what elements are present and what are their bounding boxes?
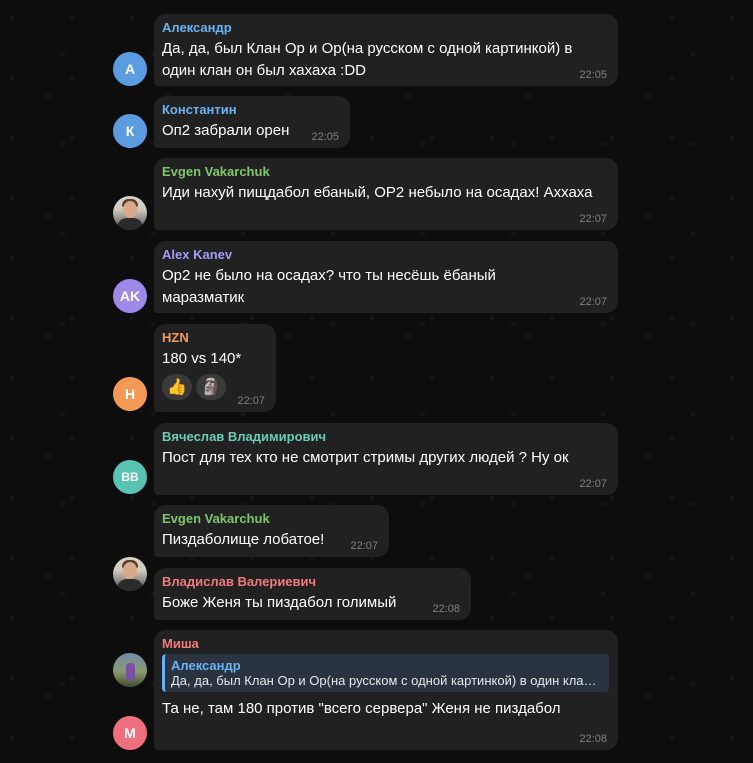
avatar[interactable] xyxy=(113,557,147,591)
avatar[interactable]: H xyxy=(113,377,147,411)
message-sender[interactable]: Владислав Валериевич xyxy=(162,574,462,589)
message-bubble[interactable]: Alex Kanev Op2 не было на осадах? что ты… xyxy=(154,241,618,313)
avatar[interactable]: А xyxy=(113,52,147,86)
avatar[interactable]: AK xyxy=(113,279,147,313)
message-text: Да, да, был Клан Ор и Ор(на русском с од… xyxy=(162,40,577,79)
message-bubble[interactable]: Evgen Vakarchuk Пиздаболище лобатое! 22:… xyxy=(154,505,389,557)
message-bubble[interactable]: Миша Александр Да, да, был Клан Ор и Ор(… xyxy=(154,630,618,750)
message-bubble[interactable]: Владислав Валериевич Боже Женя ты пиздаб… xyxy=(154,568,471,620)
message-time: 22:05 xyxy=(579,69,607,81)
message-sender[interactable]: Константин xyxy=(162,102,341,117)
message-time: 22:07 xyxy=(579,478,607,490)
avatar[interactable]: ВВ xyxy=(113,460,147,494)
message-text: Пиздаболище лобатое! xyxy=(162,531,325,548)
message-bubble[interactable]: Константин Оп2 забрали орен 22:05 xyxy=(154,96,350,148)
message-sender[interactable]: Миша xyxy=(162,636,609,651)
avatar-initials: М xyxy=(124,725,136,741)
message-text: Та не, там 180 против "всего сервера" Же… xyxy=(162,700,561,717)
message-bubble[interactable]: Александр Да, да, был Клан Ор и Ор(на ру… xyxy=(154,14,618,86)
avatar-initials: К xyxy=(125,123,135,139)
reply-preview[interactable]: Александр Да, да, был Клан Ор и Ор(на ру… xyxy=(162,654,609,692)
avatar[interactable] xyxy=(113,653,147,687)
message-time: 22:08 xyxy=(432,603,460,615)
avatar-figure xyxy=(126,663,135,681)
avatar-initials: H xyxy=(124,386,136,402)
message-text: Пост для тех кто не смотрит стримы други… xyxy=(162,449,569,466)
message-bubble[interactable]: HZN 180 vs 140* 👍 🗿 22:07 xyxy=(154,324,276,412)
message-sender[interactable]: HZN xyxy=(162,330,267,345)
thumbs-up-reaction-icon[interactable]: 👍 xyxy=(162,374,192,400)
message-text: 180 vs 140* xyxy=(162,350,242,367)
reply-text: Да, да, был Клан Ор и Ор(на русском с од… xyxy=(171,673,603,688)
avatar-face xyxy=(123,562,137,579)
avatar-shirt xyxy=(117,579,143,591)
avatar-initials: ВВ xyxy=(121,470,139,484)
message-text: Op2 не было на осадах? что ты несёшь ёба… xyxy=(162,267,501,306)
message-sender[interactable]: Вячеслав Владимирович xyxy=(162,429,609,444)
avatar-initials: А xyxy=(124,61,136,77)
reply-sender: Александр xyxy=(171,658,241,673)
message-time: 22:07 xyxy=(237,395,265,407)
message-sender[interactable]: Alex Kanev xyxy=(162,247,609,262)
message-time: 22:07 xyxy=(579,296,607,308)
avatar[interactable]: М xyxy=(113,716,147,750)
avatar[interactable] xyxy=(113,196,147,230)
avatar[interactable]: К xyxy=(113,114,147,148)
message-time: 22:08 xyxy=(579,733,607,745)
message-time: 22:05 xyxy=(311,131,339,143)
message-bubble[interactable]: Evgen Vakarchuk Иди нахуй пищдабол ебаны… xyxy=(154,158,618,230)
message-sender[interactable]: Evgen Vakarchuk xyxy=(162,511,380,526)
message-sender[interactable]: Evgen Vakarchuk xyxy=(162,164,609,179)
avatar-face xyxy=(123,201,137,218)
message-text: Иди нахуй пищдабол ебаный, OP2 небыло на… xyxy=(162,184,593,201)
avatar-shirt xyxy=(117,218,143,230)
moai-reaction-icon[interactable]: 🗿 xyxy=(196,374,226,400)
avatar-initials: AK xyxy=(119,288,141,304)
message-time: 22:07 xyxy=(579,213,607,225)
message-time: 22:07 xyxy=(350,540,378,552)
message-sender[interactable]: Александр xyxy=(162,20,609,35)
message-bubble[interactable]: Вячеслав Владимирович Пост для тех кто н… xyxy=(154,423,618,495)
message-text: Боже Женя ты пиздабол голимый xyxy=(162,594,397,611)
